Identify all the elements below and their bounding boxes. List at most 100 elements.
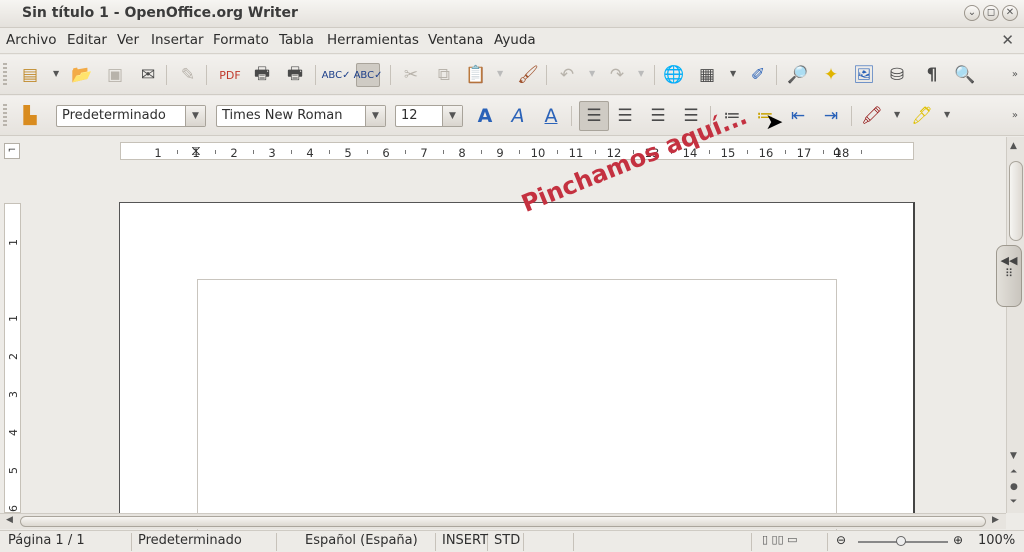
menu-herramientas[interactable]: Herramientas	[327, 32, 419, 48]
insert-mode-indicator[interactable]: INSERT	[438, 533, 488, 551]
view-layout-icon[interactable]: ▯ ▯▯ ▭	[758, 533, 828, 551]
paragraph-style-combo[interactable]: Predeterminado ▼	[56, 105, 206, 127]
zoom-out-icon[interactable]: ⊖	[836, 533, 846, 547]
ruler-minor-tick	[253, 150, 254, 154]
chevron-down-icon[interactable]: ▼	[365, 106, 385, 126]
scroll-right-icon[interactable]: ▶	[992, 515, 999, 525]
email-icon[interactable]: ✉	[136, 63, 160, 87]
page-style-indicator[interactable]: Predeterminado	[134, 533, 277, 551]
highlighting-dropdown-icon[interactable]: ▼	[944, 110, 950, 119]
menu-editar[interactable]: Editar	[67, 32, 107, 48]
new-document-icon[interactable]: ▤	[18, 63, 42, 87]
page-indicator[interactable]: Página 1 / 1	[4, 533, 132, 551]
decrease-indent-icon[interactable]: ⇤	[786, 104, 810, 128]
toolbar-more-icon[interactable]: »	[1012, 69, 1018, 80]
zoom-icon[interactable]: 🔍	[953, 63, 977, 87]
vertical-scroll-thumb[interactable]	[1009, 161, 1023, 241]
toolbar-more-icon[interactable]: »	[1012, 110, 1018, 121]
ruler-tick-label: 2	[7, 353, 20, 360]
tab-type-icon[interactable]: ⌐	[4, 143, 20, 159]
paste-dropdown-icon[interactable]: ▼	[497, 69, 503, 78]
font-color-dropdown-icon[interactable]: ▼	[894, 110, 900, 119]
print-preview-icon[interactable]: 🖶	[283, 63, 307, 87]
print-icon[interactable]: 🖶	[250, 63, 274, 87]
sidebar-handle[interactable]: ◀◀ ⠿	[996, 245, 1022, 307]
font-size-combo[interactable]: 12 ▼	[395, 105, 463, 127]
modified-indicator[interactable]	[526, 533, 574, 551]
close-window-icon[interactable]: ✕	[1002, 5, 1018, 21]
scroll-up-icon[interactable]: ▲	[1010, 141, 1017, 151]
ruler-minor-tick	[709, 150, 710, 154]
maximize-icon[interactable]: ◻	[983, 5, 999, 21]
cut-icon[interactable]: ✂	[399, 63, 423, 87]
scroll-left-icon[interactable]: ◀	[6, 515, 13, 525]
font-color-icon[interactable]: 🖍	[860, 104, 884, 128]
menu-ventana[interactable]: Ventana	[428, 32, 483, 48]
selection-mode-indicator[interactable]: STD	[490, 533, 524, 551]
increase-indent-icon[interactable]: ⇥	[819, 104, 843, 128]
toolbar-grip[interactable]	[3, 63, 7, 87]
menu-archivo[interactable]: Archivo	[6, 32, 56, 48]
spellcheck-icon[interactable]: ABC✓	[322, 63, 351, 87]
font-name-combo[interactable]: Times New Roman ▼	[216, 105, 386, 127]
export-pdf-icon[interactable]: PDF	[218, 63, 242, 87]
close-document-icon[interactable]: ✕	[1001, 31, 1014, 49]
horizontal-scroll-thumb[interactable]	[20, 516, 986, 527]
styles-formatting-icon[interactable]: ▙	[18, 104, 42, 128]
horizontal-scrollbar[interactable]: ◀ ▶	[0, 513, 1006, 529]
new-dropdown-icon[interactable]: ▼	[53, 69, 59, 78]
menu-ver[interactable]: Ver	[117, 32, 139, 48]
ruler-tick-label: 8	[458, 146, 466, 160]
navigation-icon[interactable]: ●	[1010, 482, 1018, 492]
open-folder-icon[interactable]: 📂	[70, 63, 94, 87]
chevron-down-icon[interactable]: ▼	[185, 106, 205, 126]
minimize-icon[interactable]: ⌄	[964, 5, 980, 21]
undo-dropdown-icon[interactable]: ▼	[589, 69, 595, 78]
align-left-icon[interactable]: ☰	[579, 101, 609, 131]
vertical-ruler[interactable]: 1123456	[4, 203, 21, 513]
zoom-in-icon[interactable]: ⊕	[953, 533, 963, 547]
formatting-marks-icon[interactable]: ¶	[920, 63, 944, 87]
underline-icon[interactable]: A	[539, 104, 563, 128]
previous-page-icon[interactable]: ⏶	[1010, 467, 1017, 477]
hyperlink-icon[interactable]: 🌐	[662, 63, 686, 87]
toolbar-grip[interactable]	[3, 104, 7, 128]
align-right-icon[interactable]: ☰	[646, 104, 670, 128]
copy-icon[interactable]: ⧉	[432, 63, 456, 87]
signature-indicator[interactable]	[576, 533, 752, 551]
redo-dropdown-icon[interactable]: ▼	[638, 69, 644, 78]
navigator-icon[interactable]: ✦	[819, 63, 843, 87]
gallery-icon[interactable]: 🖼	[852, 63, 876, 87]
next-page-icon[interactable]: ⏷	[1010, 497, 1017, 507]
italic-icon[interactable]: A	[506, 104, 530, 128]
zoom-level[interactable]: 100%	[978, 533, 1015, 548]
show-draw-functions-icon[interactable]: ✐	[746, 63, 770, 87]
vertical-scrollbar[interactable]: ▲ ▼ ⏶ ● ⏷	[1006, 137, 1024, 513]
bold-icon[interactable]: A	[473, 104, 497, 128]
scroll-down-icon[interactable]: ▼	[1010, 451, 1017, 461]
undo-icon[interactable]: ↶	[555, 63, 579, 87]
menu-insertar[interactable]: Insertar	[151, 32, 204, 48]
highlighting-icon[interactable]: 🖊	[910, 104, 934, 128]
language-indicator[interactable]: Español (España)	[279, 533, 436, 551]
right-indent-marker-icon[interactable]: ⌂	[833, 144, 841, 159]
zoom-slider-knob[interactable]	[896, 536, 906, 546]
left-indent-marker-icon[interactable]: ⧖	[191, 143, 201, 159]
horizontal-ruler[interactable]: 1 1 2 3 4 5 6 7 8 9 10 11 12 13 14 15 16 17 18 ⧖ ⌂	[120, 142, 914, 160]
redo-icon[interactable]: ↷	[605, 63, 629, 87]
clone-formatting-icon[interactable]: 🖌	[516, 63, 540, 87]
table-dropdown-icon[interactable]: ▼	[730, 69, 736, 78]
data-sources-icon[interactable]: ⛁	[885, 63, 909, 87]
paste-icon[interactable]: 📋	[464, 63, 488, 87]
menu-ayuda[interactable]: Ayuda	[494, 32, 536, 48]
menu-formato[interactable]: Formato	[213, 32, 269, 48]
find-replace-icon[interactable]: 🔎	[786, 63, 810, 87]
edit-file-icon[interactable]: ✎	[176, 63, 200, 87]
autospellcheck-icon[interactable]: ABC✓	[354, 63, 382, 87]
align-center-icon[interactable]: ☰	[613, 104, 637, 128]
table-icon[interactable]: ▦	[695, 63, 719, 87]
document-page[interactable]	[119, 202, 915, 539]
menu-tabla[interactable]: Tabla	[279, 32, 314, 48]
chevron-down-icon[interactable]: ▼	[442, 106, 462, 126]
save-icon[interactable]: ▣	[103, 63, 127, 87]
